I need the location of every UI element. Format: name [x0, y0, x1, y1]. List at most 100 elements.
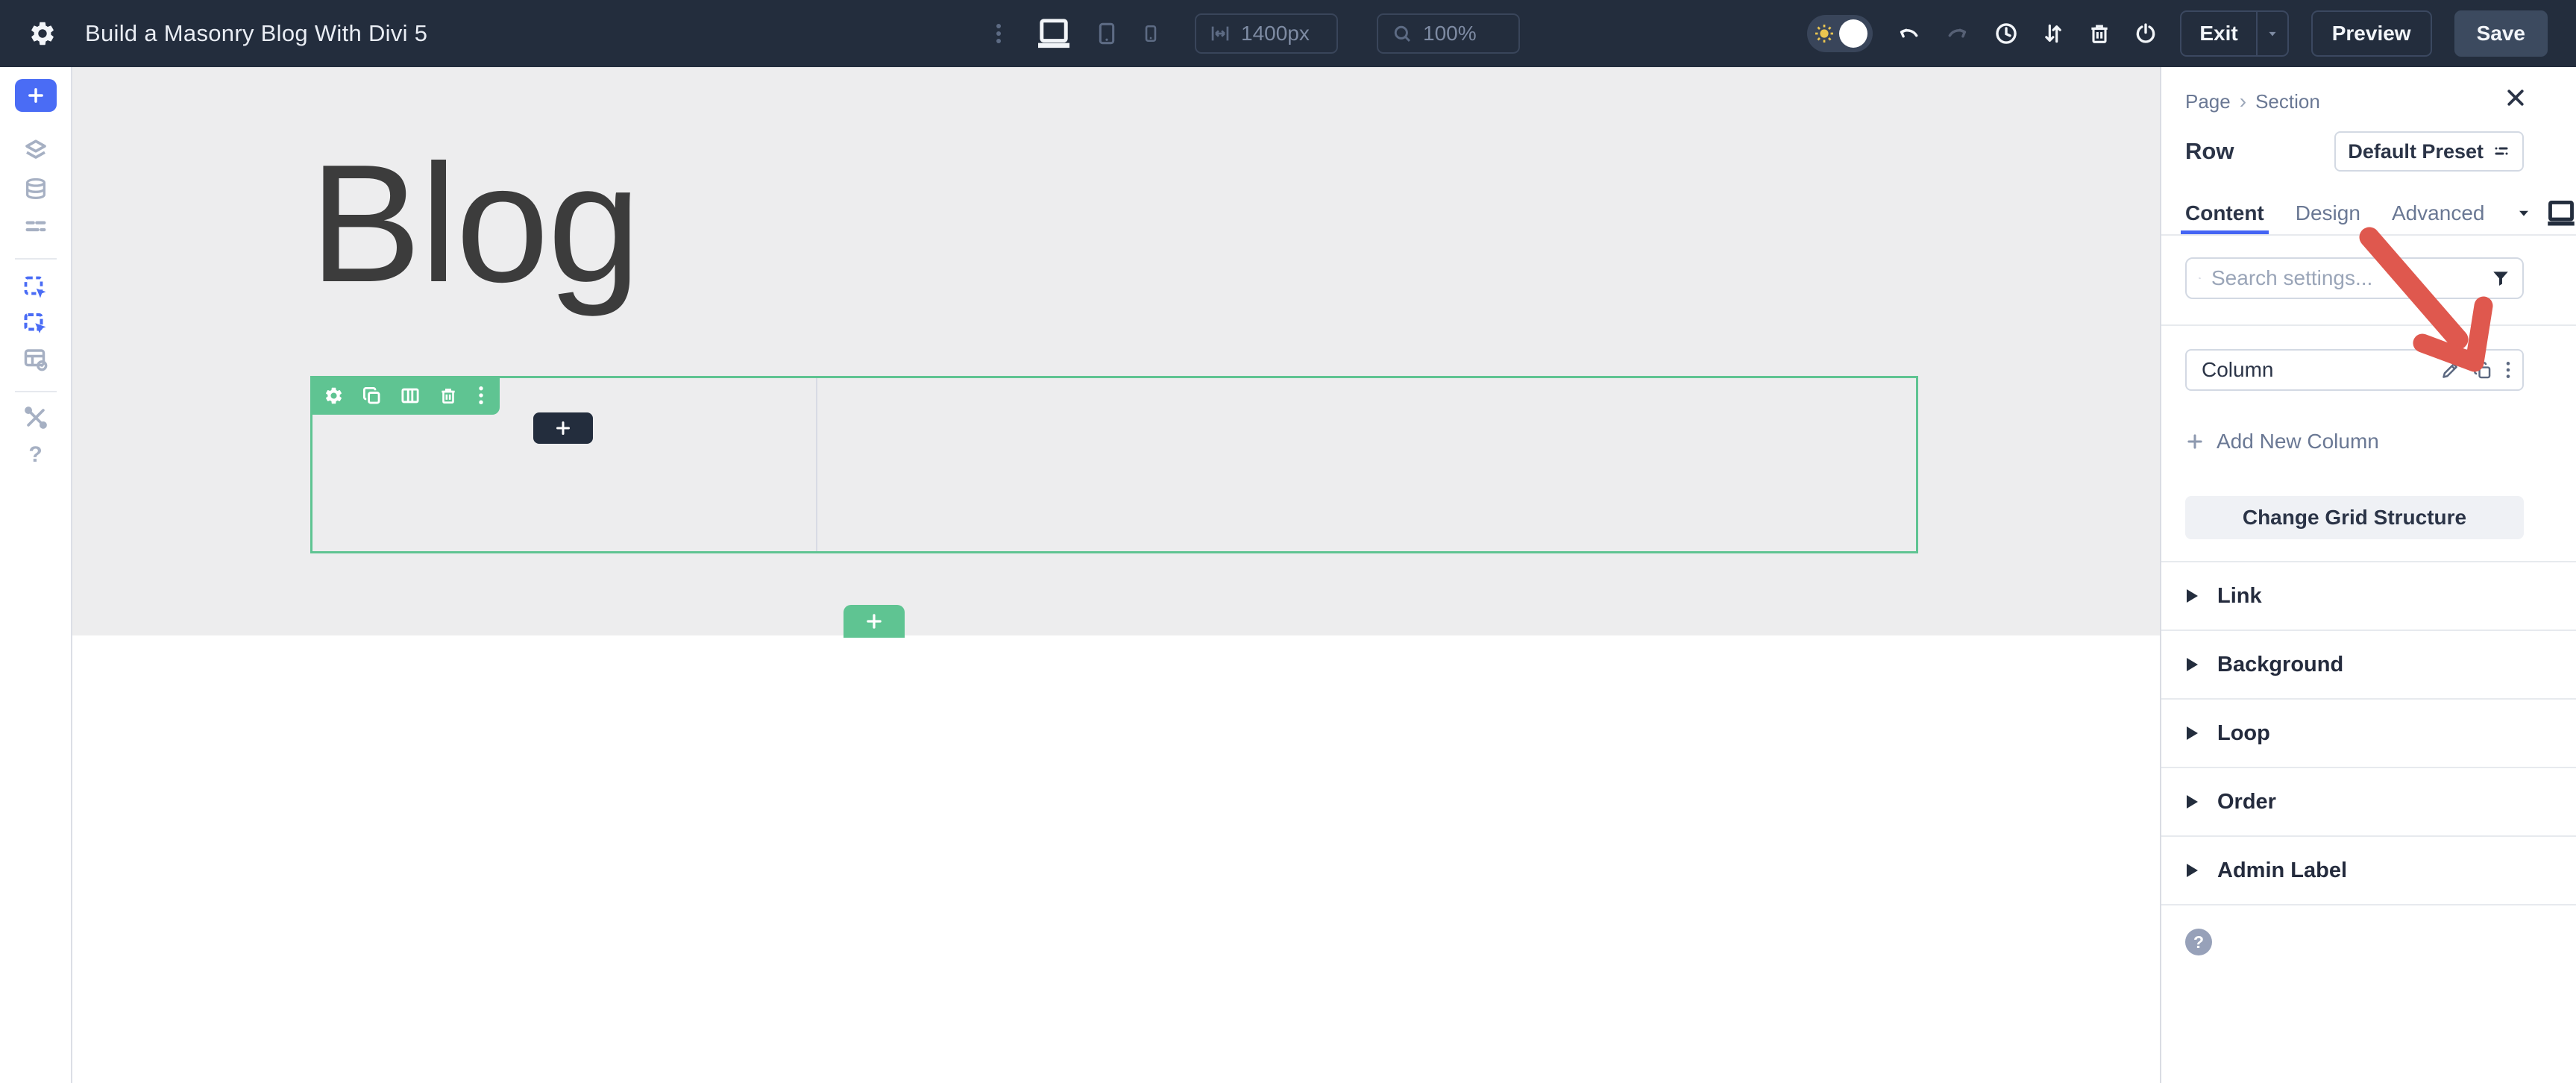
- tab-content[interactable]: Content: [2185, 194, 2264, 233]
- zoom-input[interactable]: [1423, 22, 1505, 45]
- preset-icon: [2492, 142, 2510, 160]
- zoom-field: [1377, 13, 1520, 54]
- power-icon: [2134, 21, 2158, 46]
- accordion-label: Order: [2217, 790, 2276, 814]
- triangle-right-icon: [2187, 795, 2198, 809]
- section-delete-button[interactable]: [439, 386, 458, 406]
- insert-section-button[interactable]: [844, 605, 905, 638]
- list-rows-icon: [22, 215, 49, 239]
- insert-module-button[interactable]: [533, 412, 593, 444]
- column-more-options-button[interactable]: [2504, 360, 2512, 380]
- section-settings-button[interactable]: [324, 386, 344, 406]
- history-button[interactable]: [1994, 21, 2019, 46]
- accordion-label: Background: [2217, 653, 2343, 677]
- settings-search-input[interactable]: [2211, 266, 2481, 290]
- change-grid-structure-button[interactable]: Change Grid Structure: [2185, 496, 2524, 539]
- tabs-dropdown-caret[interactable]: [2516, 205, 2532, 222]
- desktop-view-button[interactable]: [1035, 18, 1072, 49]
- exit-button[interactable]: Exit: [2180, 10, 2288, 57]
- section-columns-button[interactable]: [400, 386, 421, 406]
- preview-button[interactable]: Preview: [2311, 10, 2432, 57]
- light-dark-toggle[interactable]: [1807, 15, 1873, 52]
- triangle-right-icon: [2187, 658, 2198, 671]
- tablet-icon: [1095, 18, 1119, 49]
- close-icon: [2504, 87, 2527, 109]
- add-new-column-button[interactable]: Add New Column: [2185, 425, 2524, 458]
- tablet-view-button[interactable]: [1095, 18, 1119, 49]
- sidebar-select-module-button[interactable]: [19, 274, 52, 301]
- view-options-kebab-button[interactable]: [987, 21, 1010, 46]
- pencil-icon: [2440, 360, 2460, 380]
- add-new-column-label: Add New Column: [2217, 430, 2379, 453]
- default-preset-button[interactable]: Default Preset: [2334, 131, 2524, 172]
- database-icon: [23, 176, 48, 203]
- section-more-options-button[interactable]: [476, 385, 486, 406]
- save-label: Save: [2477, 22, 2525, 45]
- breadcrumb-current[interactable]: Section: [2255, 90, 2320, 113]
- column-item[interactable]: Column: [2185, 349, 2524, 391]
- column-edit-button[interactable]: [2440, 360, 2460, 380]
- save-button[interactable]: Save: [2454, 10, 2548, 57]
- responsive-desktop-toggle[interactable]: [2545, 200, 2576, 227]
- add-element-button[interactable]: [15, 79, 57, 112]
- filter-funnel-icon: [2491, 269, 2510, 288]
- breadcrumb-parent[interactable]: Page: [2185, 90, 2231, 113]
- section-duplicate-button[interactable]: [362, 386, 382, 406]
- viewport-width-field: [1195, 13, 1338, 54]
- redo-button[interactable]: [1944, 22, 1971, 45]
- filter-settings-button[interactable]: [2491, 269, 2510, 288]
- trash-icon: [439, 386, 458, 406]
- sidebar-help-button[interactable]: ?: [19, 442, 52, 468]
- selected-section[interactable]: [310, 376, 1918, 553]
- viewport-width-input[interactable]: [1241, 22, 1323, 45]
- accordion-admin-label[interactable]: Admin Label: [2161, 837, 2576, 905]
- sidebar-divider: [15, 391, 57, 392]
- builder-left-sidebar: ?: [0, 67, 72, 1083]
- plus-icon: [554, 419, 572, 437]
- question-icon: ?: [28, 442, 42, 468]
- sidebar-layers-button[interactable]: [19, 137, 52, 164]
- accordion-link[interactable]: Link: [2161, 562, 2576, 631]
- page-settings-gear-button[interactable]: [28, 19, 57, 48]
- panel-help-button[interactable]: ?: [2185, 929, 2212, 955]
- plus-icon: [26, 86, 45, 105]
- tab-design[interactable]: Design: [2296, 194, 2360, 233]
- tab-advanced[interactable]: Advanced: [2392, 194, 2485, 233]
- accordion-order[interactable]: Order: [2161, 768, 2576, 837]
- column-duplicate-button[interactable]: [2472, 360, 2492, 380]
- chevron-down-icon: [2265, 26, 2280, 41]
- close-panel-button[interactable]: [2504, 87, 2527, 109]
- preview-label: Preview: [2332, 22, 2411, 45]
- settings-accordion: Link Background Loop Order Admin Label: [2161, 561, 2576, 905]
- portability-power-button[interactable]: [2134, 21, 2158, 46]
- trash-button[interactable]: [2087, 21, 2111, 46]
- tools-icon: [23, 405, 48, 430]
- toggle-knob: [1839, 19, 1867, 48]
- sidebar-divider: [15, 258, 57, 260]
- undo-icon: [1895, 22, 1922, 45]
- trash-icon: [2087, 21, 2111, 46]
- sidebar-tools-button[interactable]: [19, 404, 52, 431]
- column-label: Column: [2202, 358, 2273, 382]
- zoom-magnifier-icon: [1392, 22, 1413, 45]
- triangle-right-icon: [2187, 589, 2198, 603]
- sidebar-structure-button[interactable]: [19, 213, 52, 240]
- sort-layers-button[interactable]: [2041, 21, 2065, 46]
- sidebar-database-button[interactable]: [19, 176, 52, 203]
- desktop-icon: [1035, 18, 1072, 49]
- undo-button[interactable]: [1895, 22, 1922, 45]
- sidebar-select-block-button[interactable]: [19, 310, 52, 337]
- select-filled-icon: [22, 310, 49, 337]
- width-arrows-icon: [1210, 22, 1231, 45]
- page-title: Build a Masonry Blog With Divi 5: [85, 20, 427, 47]
- accordion-loop[interactable]: Loop: [2161, 700, 2576, 768]
- accordion-background[interactable]: Background: [2161, 631, 2576, 700]
- accordion-label: Link: [2217, 584, 2262, 609]
- builder-canvas: Blog: [72, 67, 2160, 1083]
- sidebar-template-preview-button[interactable]: [19, 346, 52, 373]
- phone-view-button[interactable]: [1141, 19, 1160, 48]
- exit-dropdown-caret[interactable]: [2256, 12, 2287, 55]
- page-preview: Blog: [72, 67, 2160, 635]
- chevron-down-icon: [2516, 205, 2532, 222]
- gear-icon: [28, 19, 57, 48]
